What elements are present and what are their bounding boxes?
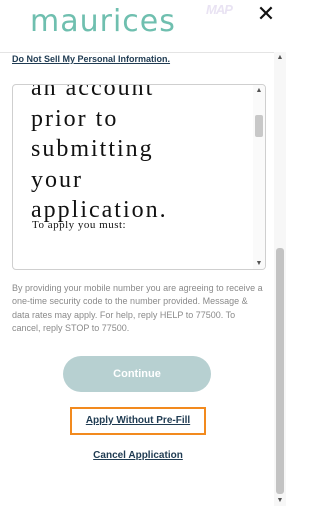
header: maurices MAP ✕ <box>0 0 286 53</box>
scroll-thumb[interactable] <box>276 248 284 494</box>
terms-line: submitting <box>31 136 154 162</box>
scroll-down-icon[interactable]: ▼ <box>274 497 286 504</box>
scroll-up-icon[interactable]: ▲ <box>253 87 265 94</box>
watermark: MAP <box>206 2 233 17</box>
scroll-down-icon[interactable]: ▼ <box>253 260 265 267</box>
page-scrollbar[interactable]: ▲ ▼ <box>274 52 286 506</box>
close-icon[interactable]: ✕ <box>254 2 278 26</box>
sms-disclaimer: By providing your mobile number you are … <box>12 283 263 334</box>
terms-scrollbar[interactable]: ▲ ▼ <box>253 85 265 269</box>
focus-outline: Apply Without Pre-Fill <box>70 407 206 435</box>
maurices-logo: maurices <box>30 4 176 39</box>
cancel-application-link[interactable]: Cancel Application <box>70 450 206 461</box>
continue-button[interactable]: Continue <box>63 356 211 392</box>
terms-line: prior to <box>31 105 119 132</box>
terms-text: an account prior to submitting your appl… <box>31 84 241 226</box>
scroll-up-icon[interactable]: ▲ <box>274 54 286 61</box>
terms-line: your <box>31 166 83 193</box>
scroll-thumb[interactable] <box>255 115 263 137</box>
terms-line: an account <box>31 84 155 101</box>
terms-scroll-box[interactable]: an account prior to submitting your appl… <box>12 84 266 270</box>
do-not-sell-link[interactable]: Do Not Sell My Personal Information. <box>12 54 170 64</box>
apply-without-prefill-link[interactable]: Apply Without Pre-Fill <box>72 409 204 433</box>
terms-small-line: To apply you must: <box>32 219 127 231</box>
